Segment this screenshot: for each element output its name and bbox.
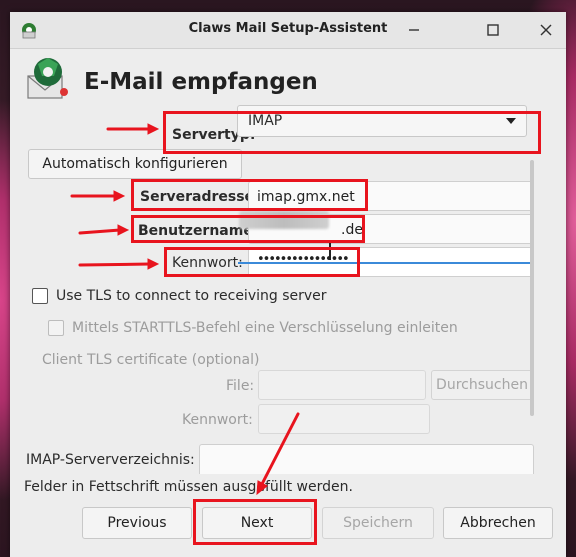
scrollbar[interactable] — [530, 160, 534, 416]
use-tls-checkbox[interactable] — [32, 288, 48, 304]
serveradresse-input[interactable]: imap.gmx.net — [248, 181, 534, 211]
kennwort-value: •••••••••••••••• — [257, 252, 350, 267]
serveradresse-label: Serveradresse: — [140, 189, 260, 205]
servertyp-select[interactable]: IMAP — [237, 105, 527, 137]
close-icon — [540, 24, 552, 36]
benutzername-value-suffix: .de — [341, 222, 363, 238]
redacted-username — [239, 211, 329, 229]
starttls-label: Mittels STARTTLS-Befehl eine Verschlüsse… — [72, 320, 458, 336]
maximize-icon — [487, 24, 499, 36]
text-caret — [329, 241, 331, 260]
starttls-checkbox[interactable] — [48, 320, 64, 336]
title-bar[interactable]: Claws Mail Setup-Assistent — [10, 12, 566, 49]
previous-button[interactable]: Previous — [82, 507, 192, 539]
chevron-down-icon — [506, 118, 516, 124]
client-cert-label: Client TLS certificate (optional) — [42, 352, 260, 368]
cert-password-input[interactable] — [258, 404, 430, 434]
serveradresse-value: imap.gmx.net — [257, 189, 355, 205]
file-label: File: — [226, 378, 255, 394]
servertyp-value: IMAP — [248, 113, 283, 129]
minimize-button[interactable] — [398, 12, 430, 48]
next-button[interactable]: Next — [202, 507, 312, 539]
autoconfig-button[interactable]: Automatisch konfigurieren — [28, 149, 242, 179]
setup-wizard-window: Claws Mail Setup-Assistent E-Mail empfan… — [10, 12, 566, 557]
use-tls-label: Use TLS to connect to receiving server — [56, 288, 327, 304]
save-button[interactable]: Speichern — [322, 507, 434, 539]
cancel-button[interactable]: Abbrechen — [443, 507, 553, 539]
cert-password-label: Kennwort: — [182, 412, 253, 428]
browse-button[interactable]: Durchsuchen — [431, 370, 533, 400]
maximize-button[interactable] — [477, 12, 509, 48]
page-heading: E-Mail empfangen — [84, 69, 318, 95]
focus-underline — [238, 262, 534, 264]
imap-dir-label: IMAP-Serververzeichnis: — [26, 452, 195, 468]
minimize-icon — [409, 29, 419, 31]
imap-dir-input[interactable] — [199, 444, 534, 474]
required-fields-note: Felder in Fettschrift müssen ausgefüllt … — [24, 479, 353, 495]
close-button[interactable] — [530, 12, 562, 48]
file-input[interactable] — [258, 370, 426, 400]
kennwort-label: Kennwort: — [172, 255, 243, 271]
claws-mail-icon — [27, 58, 68, 99]
